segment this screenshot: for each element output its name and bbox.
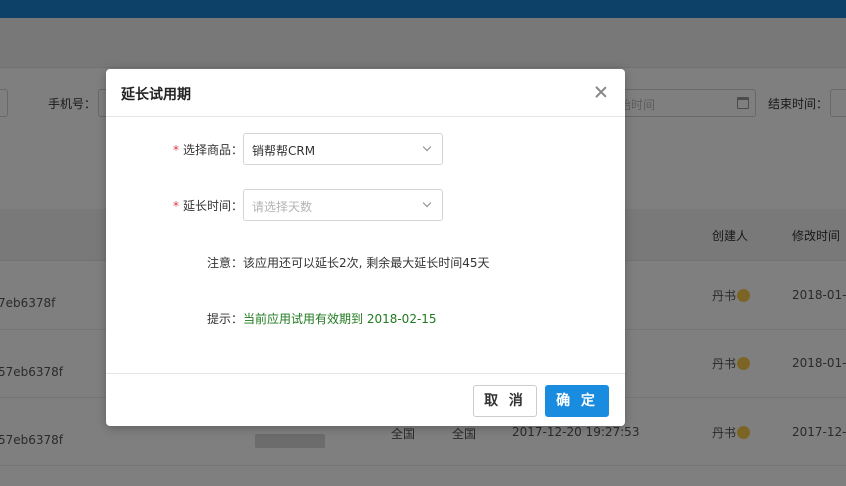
product-label: * 选择商品： [172, 143, 243, 157]
chevron-down-icon [422, 198, 432, 208]
dialog-header: 延长试用期 [106, 69, 625, 117]
extend-label: * 延长时间： [172, 199, 243, 213]
product-select[interactable]: 销帮帮CRM [243, 133, 443, 165]
cancel-button[interactable]: 取 消 [473, 385, 537, 417]
extend-days-placeholder: 请选择天数 [252, 200, 313, 214]
confirm-button[interactable]: 确 定 [545, 385, 609, 417]
extend-row: * 延长时间： 请选择天数 [106, 189, 625, 221]
extend-trial-dialog: 延长试用期 * 选择商品： 销帮帮CRM * 延长时间： 请选择天数 注意： 该应用… [106, 69, 625, 426]
chevron-down-icon [422, 142, 432, 152]
extend-days-select[interactable]: 请选择天数 [243, 189, 443, 221]
dialog-footer: 取 消 确 定 [106, 373, 625, 426]
hint-text: 当前应用试用有效期到 2018-02-15 [243, 312, 437, 326]
notice-row: 注意： 该应用还可以延长2次, 剩余最大延长时间45天 [106, 252, 625, 272]
required-mark: * [172, 199, 179, 213]
dialog-title: 延长试用期 [121, 87, 191, 103]
notice-text: 该应用还可以延长2次, 剩余最大延长时间45天 [243, 256, 490, 270]
required-mark: * [172, 143, 179, 157]
notice-label: 注意： [206, 256, 243, 270]
product-row: * 选择商品： 销帮帮CRM [106, 133, 625, 165]
close-icon[interactable] [591, 82, 611, 102]
hint-row: 提示： 当前应用试用有效期到 2018-02-15 [106, 308, 625, 328]
product-select-value: 销帮帮CRM [252, 144, 316, 158]
hint-label: 提示： [206, 312, 243, 326]
